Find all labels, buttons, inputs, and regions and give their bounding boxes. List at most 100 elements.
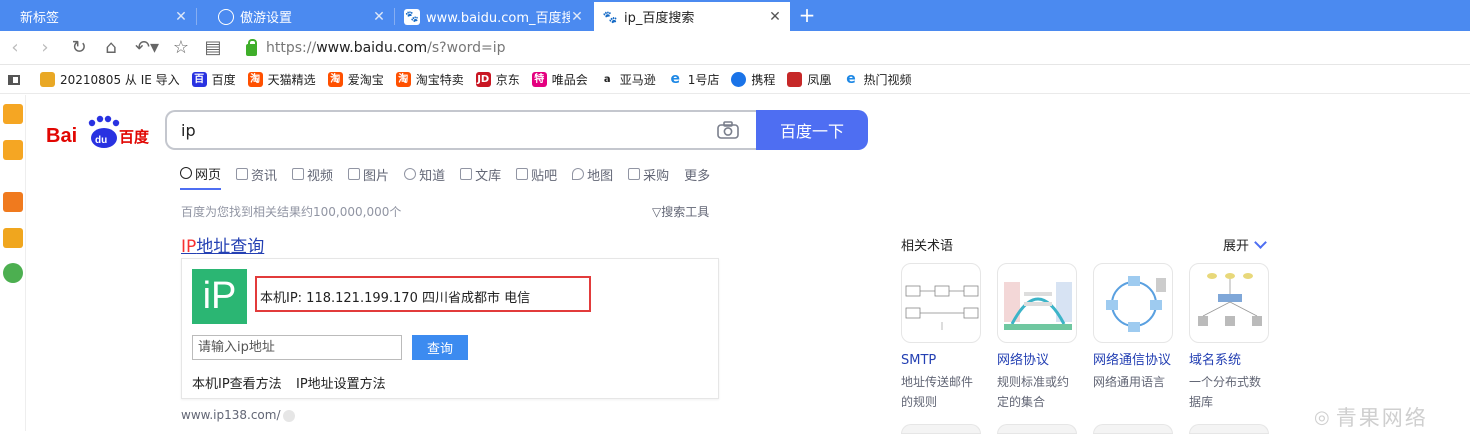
lock-icon: [246, 39, 257, 56]
sidebar-toggle-icon[interactable]: [8, 74, 20, 85]
url-host: www.baidu.com: [316, 40, 428, 56]
smiley-icon[interactable]: [3, 263, 23, 283]
chevron-down-icon[interactable]: [283, 410, 295, 422]
svg-text:百度: 百度: [119, 128, 150, 146]
svg-text:du: du: [95, 135, 107, 146]
tab-settings[interactable]: 傲游设置 ✕: [198, 2, 395, 31]
weibo-icon[interactable]: [3, 228, 23, 248]
tab-web[interactable]: 网页: [180, 164, 222, 190]
bookmark-hot-video[interactable]: e 热门视频: [843, 71, 911, 88]
search-input[interactable]: [165, 110, 757, 150]
home-icon[interactable]: ⌂: [100, 37, 122, 59]
related-thumbnail-partial: [1093, 424, 1173, 434]
taobao-icon: 淘: [247, 72, 263, 87]
ip-address-input[interactable]: [192, 335, 402, 360]
related-item-network-comm-protocol[interactable]: 网络通信协议 网络通用语言: [1093, 263, 1175, 392]
bookmark-taobao-sale[interactable]: 淘淘宝特卖: [395, 71, 464, 88]
bookmark-aitaobao[interactable]: 淘爱淘宝: [327, 71, 384, 88]
tab-baidu-home[interactable]: 🐾 www.baidu.com_百度搜索 ✕: [396, 2, 592, 31]
video-icon: [292, 168, 305, 180]
bookmark-vip[interactable]: 特唯品会: [531, 71, 588, 88]
notes-icon[interactable]: [3, 140, 23, 160]
undo-close-icon[interactable]: ↶▾: [132, 37, 162, 59]
baidu-paw-icon: 🐾: [602, 9, 618, 24]
close-icon[interactable]: ✕: [174, 9, 188, 25]
tab-video[interactable]: 视频: [292, 164, 333, 184]
baidu-icon: 百: [191, 72, 207, 87]
map-pin-icon: [572, 168, 585, 180]
related-item-dns[interactable]: 域名系统 一个分布式数据库: [1189, 263, 1271, 412]
local-ip-info: 本机IP: 118.121.199.170 四川省成都市 电信: [260, 291, 531, 306]
tab-images[interactable]: 图片: [348, 164, 389, 184]
related-item-network-protocol[interactable]: 网络协议 规则标准或约定的集合: [997, 263, 1079, 412]
ip-setting-method-link[interactable]: IP地址设置方法: [296, 373, 386, 392]
taobao-icon: 淘: [327, 72, 343, 87]
tab-ip-search[interactable]: 🐾 ip_百度搜索 ✕: [594, 2, 790, 31]
related-item-name: 网络通信协议: [1093, 353, 1172, 368]
refresh-icon[interactable]: ↻: [68, 37, 90, 59]
bookmark-jd[interactable]: JD 京东: [475, 71, 520, 88]
star-icon[interactable]: ☆: [170, 37, 192, 59]
result-source-url[interactable]: www.ip138.com/: [181, 408, 281, 422]
chevron-down-icon: [1254, 235, 1267, 249]
search-button[interactable]: 百度一下: [756, 110, 868, 150]
favorites-star-icon[interactable]: [3, 104, 23, 124]
folder-icon: [40, 72, 55, 87]
tab-new[interactable]: 新标签 ✕: [0, 2, 197, 31]
search-category-tabs: 网页 资讯 视频 图片 知道 文库 贴吧 地图 采购 更多: [180, 164, 725, 190]
result-title-link[interactable]: IP地址查询: [181, 232, 264, 257]
bookmark-ifeng[interactable]: 凤凰: [787, 71, 831, 88]
image-icon: [348, 168, 361, 180]
local-ip-method-link[interactable]: 本机IP查看方法: [192, 373, 282, 392]
rss-icon[interactable]: [3, 192, 23, 212]
tab-tieba[interactable]: 贴吧: [516, 164, 557, 184]
tab-title: 傲游设置: [240, 11, 293, 26]
svg-text:Bai: Bai: [46, 125, 77, 147]
ifeng-icon: [787, 72, 803, 87]
news-icon: [236, 168, 249, 180]
tab-purchase[interactable]: 采购: [628, 164, 669, 184]
related-terms-heading: 相关术语: [901, 239, 954, 254]
query-button[interactable]: 查询: [412, 335, 468, 360]
bookmark-ctrip[interactable]: 携程: [731, 71, 775, 88]
tab-more[interactable]: 更多: [684, 164, 710, 184]
bookmark-yhd[interactable]: e 1号店: [667, 71, 719, 88]
bookmark-ie-folder[interactable]: 20210805 从 IE 导入: [40, 71, 180, 88]
tab-map[interactable]: 地图: [572, 164, 613, 184]
close-icon[interactable]: ✕: [372, 9, 386, 25]
search-tools[interactable]: ▽搜索工具: [652, 203, 709, 220]
camera-icon[interactable]: [717, 121, 739, 139]
new-tab-plus-icon[interactable]: +: [796, 4, 818, 26]
baidu-logo[interactable]: Bai du 百度: [46, 113, 150, 149]
tab-title: 新标签: [20, 11, 60, 26]
related-item-desc: 网络通用语言: [1093, 375, 1166, 389]
reader-icon[interactable]: ▤: [202, 37, 224, 59]
tab-zhidao[interactable]: 知道: [404, 164, 445, 184]
related-item-smtp[interactable]: SMTP 地址传送邮件的规则: [901, 263, 983, 412]
expand-button[interactable]: 展开: [1223, 235, 1267, 254]
ie-icon: e: [843, 72, 859, 87]
ctrip-icon: [731, 72, 747, 87]
back-arrow-icon[interactable]: ‹: [4, 37, 26, 59]
close-icon[interactable]: ✕: [570, 9, 584, 25]
related-thumbnail: [1093, 263, 1173, 343]
bookmark-amazon[interactable]: a 亚马逊: [599, 71, 656, 88]
tab-news[interactable]: 资讯: [236, 164, 277, 184]
address-bar[interactable]: https:// www.baidu.com /s?word=ip: [240, 35, 1460, 61]
related-item-desc: 一个分布式数据库: [1189, 375, 1262, 409]
purchase-icon: [628, 168, 641, 180]
left-sidebar: [0, 95, 26, 431]
question-icon: [404, 168, 417, 180]
taobao-icon: 淘: [395, 72, 411, 87]
close-icon[interactable]: ✕: [768, 9, 782, 25]
related-item-name: 域名系统: [1189, 353, 1242, 368]
result-count: 百度为您找到相关结果约100,000,000个: [181, 205, 402, 219]
forward-arrow-icon[interactable]: ›: [34, 37, 56, 59]
bookmark-tmall[interactable]: 淘天猫精选: [247, 71, 316, 88]
related-thumbnail: [901, 263, 981, 343]
navigation-bar: ‹ › ↻ ⌂ ↶▾ ☆ ▤ https:// www.baidu.com /s…: [0, 31, 1470, 65]
bookmark-baidu[interactable]: 百百度: [191, 71, 236, 88]
tab-wenku[interactable]: 文库: [460, 164, 501, 184]
jd-icon: JD: [475, 72, 491, 87]
url-protocol: https://: [266, 40, 317, 56]
